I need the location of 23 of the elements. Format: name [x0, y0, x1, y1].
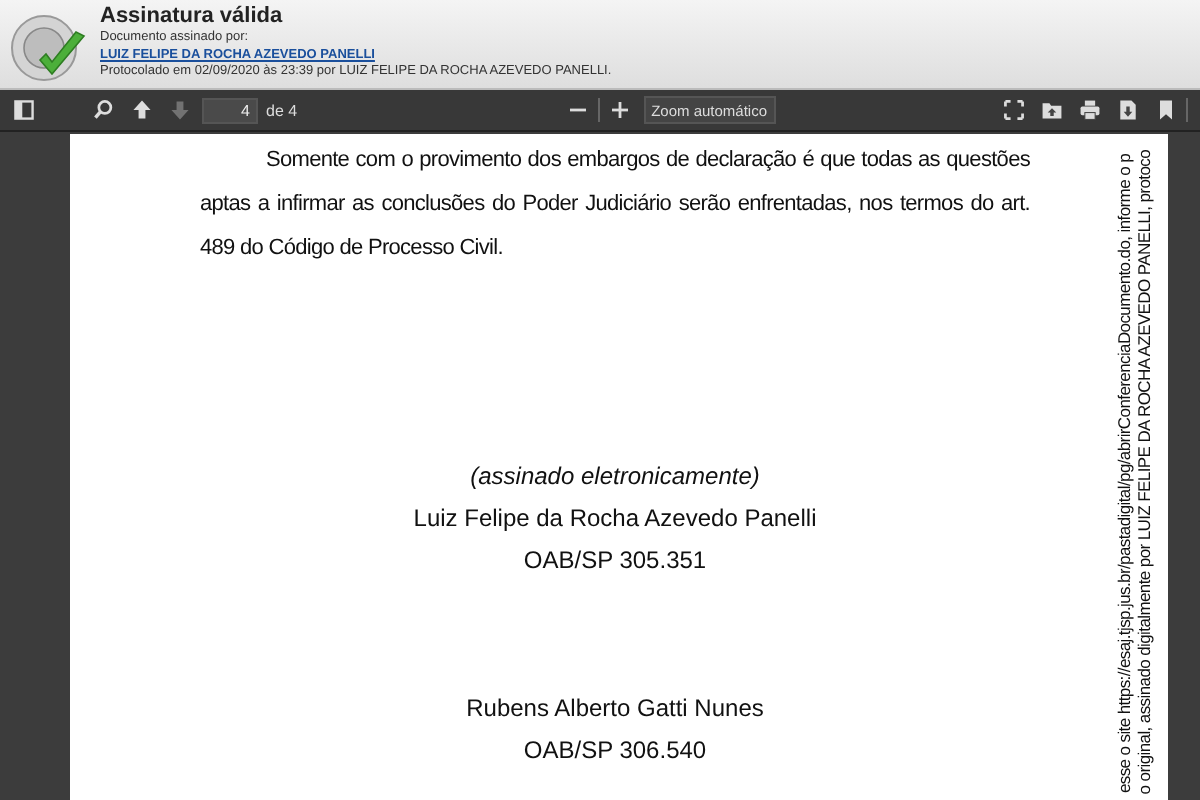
banner-title: Assinatura válida	[100, 4, 283, 30]
sidebar-toggle-button[interactable]	[8, 94, 40, 126]
up-arrow-icon	[130, 98, 154, 122]
presentation-button[interactable]	[998, 94, 1030, 126]
signature-line: Rubens Alberto Gatti Nunes	[466, 692, 764, 726]
margin-note: o original, assinado digitalmente por LUIZ FELIPE DA ROCHA AZEVEDO PANELLI, protoco	[1134, 149, 1154, 794]
body-paragraph: Somente com o provimento dos embargos de declaração é que todas as questões aptas a infirmar as conclusões do Poder Judiciário serão enfrentadas, nos termos do art. 489 do Código de Processo Civil.	[200, 146, 1030, 264]
bookmark-icon	[1154, 98, 1178, 122]
signature-line: Luiz Felipe da Rocha Azevedo Panelli	[413, 502, 817, 536]
expand-icon	[1002, 98, 1026, 122]
page-count: de 4	[266, 101, 298, 119]
page-number-field[interactable]: 4	[202, 97, 258, 123]
printer-icon	[1078, 98, 1102, 122]
down-arrow-icon	[168, 98, 192, 122]
folder-icon	[1040, 98, 1064, 122]
download-icon	[1116, 98, 1140, 122]
signature-note: (assinado eletronicamente)	[470, 460, 760, 494]
signature-line: OAB/SP 306.540	[523, 734, 707, 768]
plus-icon	[607, 98, 632, 122]
search-icon	[92, 98, 116, 122]
sidebar-icon	[12, 98, 36, 122]
margin-note: esse o site https://esaj.tjsp.jus.br/pastadigital/pg/abrirConferenciaDocumento.do, informe o p	[1114, 154, 1134, 794]
signature-line: OAB/SP 305.351	[523, 544, 707, 578]
